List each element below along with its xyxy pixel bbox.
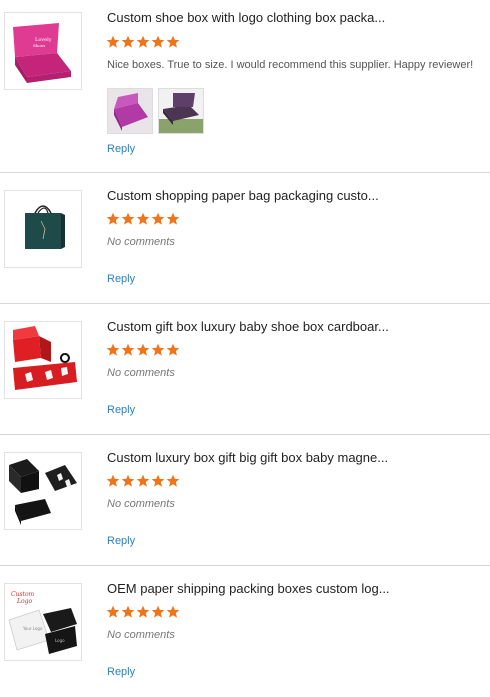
star-icon bbox=[106, 343, 120, 356]
svg-text:Logo: Logo bbox=[16, 598, 32, 605]
star-icon bbox=[106, 212, 120, 225]
star-icon bbox=[151, 474, 165, 487]
star-icon bbox=[151, 605, 165, 618]
review-item: Lovely Shoes Custom shoe box with logo c… bbox=[0, 0, 490, 173]
product-thumbnail[interactable] bbox=[4, 321, 82, 399]
rating-stars bbox=[106, 605, 180, 619]
svg-text:Logo: Logo bbox=[55, 638, 65, 643]
review-list: Lovely Shoes Custom shoe box with logo c… bbox=[0, 0, 490, 697]
review-item: Custom gift box luxury baby shoe box car… bbox=[0, 304, 490, 435]
review-photo[interactable] bbox=[158, 88, 204, 134]
star-icon bbox=[166, 605, 180, 618]
svg-text:Shoes: Shoes bbox=[33, 43, 45, 48]
rating-stars bbox=[106, 212, 180, 226]
star-icon bbox=[151, 212, 165, 225]
review-comment: No comments bbox=[107, 498, 175, 510]
star-icon bbox=[166, 474, 180, 487]
star-icon bbox=[166, 343, 180, 356]
product-title[interactable]: Custom shoe box with logo clothing box p… bbox=[107, 10, 385, 25]
star-icon bbox=[136, 343, 150, 356]
reply-link[interactable]: Reply bbox=[107, 273, 135, 285]
reply-link[interactable]: Reply bbox=[107, 143, 135, 155]
svg-text:Your Logo: Your Logo bbox=[22, 626, 43, 631]
star-icon bbox=[121, 474, 135, 487]
rating-stars bbox=[106, 343, 180, 357]
star-icon bbox=[166, 35, 180, 48]
review-comment: No comments bbox=[107, 629, 175, 641]
rating-stars bbox=[106, 35, 180, 49]
star-icon bbox=[106, 474, 120, 487]
star-icon bbox=[136, 212, 150, 225]
reply-link[interactable]: Reply bbox=[107, 535, 135, 547]
reply-link[interactable]: Reply bbox=[107, 404, 135, 416]
product-thumbnail[interactable]: Custom Logo Your Logo Logo bbox=[4, 583, 82, 661]
reply-link[interactable]: Reply bbox=[107, 666, 135, 678]
review-photo[interactable] bbox=[107, 88, 153, 134]
product-title[interactable]: Custom luxury box gift big gift box baby… bbox=[107, 450, 388, 465]
product-thumbnail[interactable] bbox=[4, 190, 82, 268]
star-icon bbox=[151, 343, 165, 356]
product-title[interactable]: OEM paper shipping packing boxes custom … bbox=[107, 581, 390, 596]
review-comment: No comments bbox=[107, 367, 175, 379]
star-icon bbox=[136, 35, 150, 48]
product-thumbnail[interactable]: Lovely Shoes bbox=[4, 12, 82, 90]
review-comment: No comments bbox=[107, 236, 175, 248]
product-title[interactable]: Custom gift box luxury baby shoe box car… bbox=[107, 319, 389, 334]
star-icon bbox=[136, 474, 150, 487]
star-icon bbox=[121, 212, 135, 225]
review-comment: Nice boxes. True to size. I would recomm… bbox=[107, 59, 474, 71]
star-icon bbox=[106, 35, 120, 48]
review-item: Custom Logo Your Logo Logo OEM paper shi… bbox=[0, 566, 490, 697]
product-thumbnail[interactable] bbox=[4, 452, 82, 530]
rating-stars bbox=[106, 474, 180, 488]
star-icon bbox=[121, 343, 135, 356]
svg-text:Custom: Custom bbox=[11, 591, 35, 598]
star-icon bbox=[166, 212, 180, 225]
star-icon bbox=[151, 35, 165, 48]
star-icon bbox=[136, 605, 150, 618]
review-item: Custom shopping paper bag packaging cust… bbox=[0, 173, 490, 304]
star-icon bbox=[121, 35, 135, 48]
star-icon bbox=[106, 605, 120, 618]
review-item: Custom luxury box gift big gift box baby… bbox=[0, 435, 490, 566]
star-icon bbox=[121, 605, 135, 618]
product-title[interactable]: Custom shopping paper bag packaging cust… bbox=[107, 188, 379, 203]
